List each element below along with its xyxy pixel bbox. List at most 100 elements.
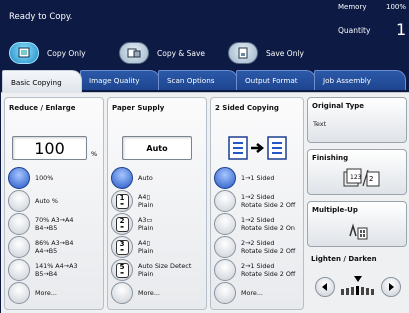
copy-save-label: Copy & Save <box>157 48 206 58</box>
option-sublabel: B4→B5 <box>35 224 58 232</box>
finishing-icon: 123 2 <box>343 168 380 187</box>
option-label: 1→1 Sided <box>241 174 275 182</box>
lighten-button[interactable] <box>315 277 335 297</box>
radio <box>8 236 30 258</box>
paper-supply-title: Paper Supply <box>112 104 165 112</box>
sided-option-2-1[interactable]: 2→1 Sided Rotate Side 2 Off <box>214 259 310 281</box>
multiple-up-icon <box>349 223 368 240</box>
sided-option-2-2[interactable]: 2→2 Sided Rotate Side 2 Off <box>214 236 310 258</box>
radio <box>214 282 236 304</box>
copy-only-button[interactable]: Copy Only <box>9 42 86 64</box>
paper-option-tray3[interactable]: 3 ▬ A4▯ Plain <box>111 236 207 258</box>
copy-icon <box>9 42 39 64</box>
reduce-option-more[interactable]: More... <box>8 282 104 304</box>
option-sublabel: Plain <box>138 247 154 255</box>
radio-selected <box>214 167 236 189</box>
finishing-button[interactable]: Finishing 123 2 <box>307 149 407 195</box>
tray-2-icon: 2 ▬ <box>115 216 129 232</box>
tab-scan-options[interactable]: Scan Options <box>158 70 238 90</box>
radio-selected <box>111 167 133 189</box>
tab-job-assembly[interactable]: Job Assembly <box>314 70 406 90</box>
option-sublabel: Rotate Side 2 Off <box>241 247 296 255</box>
option-label: 141% A4→A3 <box>35 262 78 270</box>
option-label: A4▯ <box>138 193 150 201</box>
original-type-button[interactable]: Original Type Text <box>307 97 407 143</box>
paper-option-tray5[interactable]: 5 ▬ Auto Size Detect Plain <box>111 259 207 281</box>
option-label: 100% <box>35 174 54 182</box>
memory-value: 100% <box>386 3 407 11</box>
option-label: 86% A3→B4 <box>35 239 74 247</box>
sided-option-1-1[interactable]: 1→1 Sided <box>214 167 310 189</box>
reduce-option-auto[interactable]: Auto % <box>8 190 104 212</box>
paper-value-field[interactable]: Auto <box>122 136 192 160</box>
tab-image-quality[interactable]: Image Quality <box>80 70 160 90</box>
sided-option-more[interactable]: More... <box>214 282 310 304</box>
finishing-title: Finishing <box>312 154 349 162</box>
quantity-label: Quantity <box>338 26 371 35</box>
darken-button[interactable] <box>381 277 401 297</box>
option-label: A3▭ <box>138 216 153 224</box>
reduce-unit: % <box>91 150 98 158</box>
tray-3-icon: 3 ▬ <box>115 239 129 255</box>
density-scale-icon <box>341 276 374 295</box>
tab-basic-copying[interactable]: Basic Copying <box>2 70 82 93</box>
option-sublabel: Rotate Side 2 Off <box>241 201 296 209</box>
two-sided-title: 2 Sided Copying <box>215 104 279 112</box>
sided-option-1-2-off[interactable]: 1→2 Sided Rotate Side 2 Off <box>214 190 310 212</box>
lighten-darken-title: Lighten / Darken <box>311 255 377 263</box>
reduce-value-field[interactable]: 100 <box>12 136 87 160</box>
reduce-option-100[interactable]: 100% <box>8 167 104 189</box>
radio <box>8 282 30 304</box>
copy-only-label: Copy Only <box>47 48 86 58</box>
option-label: 1→2 Sided <box>241 216 275 224</box>
option-sublabel: Plain <box>138 201 154 209</box>
option-sublabel: B5→B4 <box>35 270 58 278</box>
paper-option-more[interactable]: More... <box>111 282 207 304</box>
reduce-option-86[interactable]: 86% A3→B4 A4→B5 <box>8 236 104 258</box>
two-sided-group: 2 Sided Copying 1→1 Sided 1→2 Sided Rotat… <box>210 97 304 310</box>
radio: 3 ▬ <box>111 236 133 258</box>
option-sublabel: Plain <box>138 270 154 278</box>
lighten-darken-group: Lighten / Darken <box>307 253 407 310</box>
paper-supply-group: Paper Supply Auto Auto 1 ▬ A4▯ Plain 2 ▬ A3… <box>107 97 207 310</box>
reduce-option-70[interactable]: 70% A3→A4 B4→B5 <box>8 213 104 235</box>
radio: 5 ▬ <box>111 259 133 281</box>
option-label: More... <box>35 289 57 297</box>
radio <box>214 236 236 258</box>
save-only-button[interactable]: Save Only <box>228 42 304 64</box>
quantity-value: 1 <box>396 20 407 39</box>
option-sublabel: Plain <box>138 224 154 232</box>
sided-preview-icon <box>228 136 287 160</box>
multiple-up-button[interactable]: Multiple-Up <box>307 201 407 247</box>
option-label: Auto <box>138 174 153 182</box>
status-message: Ready to Copy. <box>9 12 73 22</box>
radio <box>8 213 30 235</box>
save-icon <box>228 42 258 64</box>
option-sublabel: Rotate Side 2 On <box>241 224 295 232</box>
svg-text:123: 123 <box>350 174 362 181</box>
option-label: A4▯ <box>138 239 150 247</box>
option-label: Auto Size Detect <box>138 262 192 270</box>
radio <box>111 282 133 304</box>
option-label: More... <box>241 289 263 297</box>
radio-selected <box>8 167 30 189</box>
option-label: Auto % <box>35 197 58 205</box>
paper-option-tray2[interactable]: 2 ▬ A3▭ Plain <box>111 213 207 235</box>
reduce-option-141[interactable]: 141% A4→A3 B5→B4 <box>8 259 104 281</box>
option-label: 2→2 Sided <box>241 239 275 247</box>
copy-save-button[interactable]: Copy & Save <box>119 42 205 64</box>
option-sublabel: Rotate Side 2 Off <box>241 270 296 278</box>
tab-output-format[interactable]: Output Format <box>236 70 316 90</box>
original-type-value: Text <box>313 120 327 128</box>
radio <box>8 190 30 212</box>
option-label: 70% A3→A4 <box>35 216 74 224</box>
copier-screen: { "status": { "message": "Ready to Copy.… <box>0 0 409 313</box>
paper-option-auto[interactable]: Auto <box>111 167 207 189</box>
radio <box>214 190 236 212</box>
paper-option-tray1[interactable]: 1 ▬ A4▯ Plain <box>111 190 207 212</box>
radio <box>214 259 236 281</box>
radio: 1 ▬ <box>111 190 133 212</box>
copy-save-icon <box>119 42 149 64</box>
radio: 2 ▬ <box>111 213 133 235</box>
sided-option-1-2-on[interactable]: 1→2 Sided Rotate Side 2 On <box>214 213 310 235</box>
